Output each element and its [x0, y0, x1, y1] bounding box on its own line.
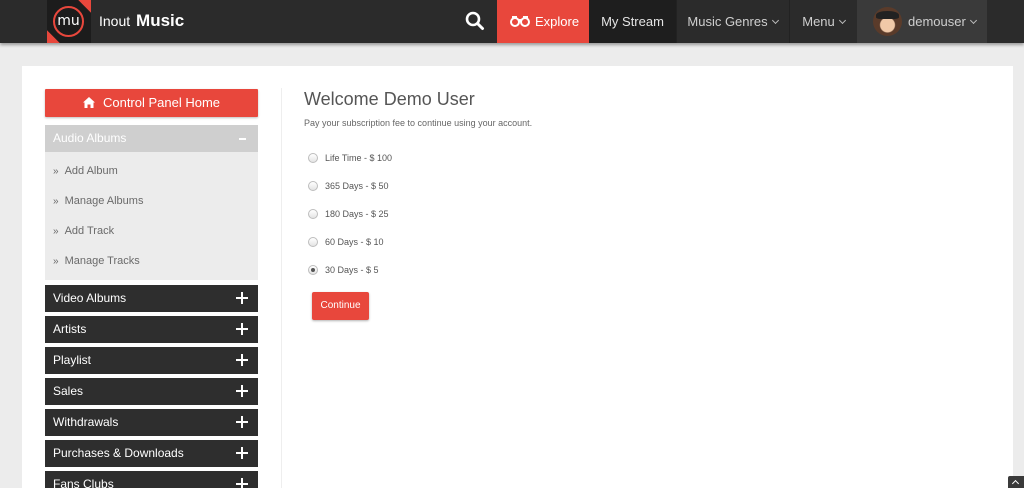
sidebar-section-label: Withdrawals [53, 415, 119, 429]
submenu-manage-albums[interactable]: » Manage Albums [53, 195, 143, 207]
control-panel-home-label: Control Panel Home [102, 95, 221, 110]
logo-mark: mu [53, 6, 84, 37]
content-divider [281, 88, 282, 488]
plan-radio-selected[interactable] [308, 265, 318, 275]
sidebar-section-label: Video Albums [53, 291, 127, 305]
sidebar-section-sales[interactable]: Sales [45, 378, 258, 405]
submenu-add-track[interactable]: » Add Track [53, 225, 114, 237]
brand-name-light: Inout [99, 13, 131, 29]
user-name: demouser [908, 14, 966, 29]
submenu-manage-tracks[interactable]: » Manage Tracks [53, 255, 140, 267]
submenu-add-album[interactable]: » Add Album [53, 165, 118, 177]
brand-name-bold: Music [136, 11, 185, 30]
chevron-down-icon [771, 16, 779, 25]
nav-my-stream[interactable]: My Stream [589, 0, 676, 43]
sidebar-section-fans-clubs[interactable]: Fans Clubs [45, 471, 258, 488]
sidebar-section-label: Playlist [53, 353, 92, 367]
sidebar-section-label: Purchases & Downloads [53, 446, 184, 460]
plan-label: Life Time - $ 100 [325, 153, 393, 163]
page-subtitle: Pay your subscription fee to continue us… [304, 118, 533, 128]
continue-button[interactable]: Continue [312, 292, 369, 320]
avatar-hat [876, 11, 899, 19]
user-name-label: demouser [908, 0, 977, 43]
minus-icon [239, 138, 246, 140]
nav-user-menu[interactable]: demouser [857, 0, 987, 43]
submenu-label: Manage Albums [64, 195, 144, 207]
plan-label: 180 Days - $ 25 [325, 209, 389, 219]
double-chevron-right-icon: » [53, 196, 59, 207]
plus-icon [236, 354, 248, 366]
plus-icon [236, 416, 248, 428]
search-button[interactable] [462, 8, 488, 34]
binoculars-icon [510, 16, 530, 27]
plan-radio[interactable] [308, 237, 318, 247]
search-icon [465, 11, 484, 30]
sidebar-section-video-albums[interactable]: Video Albums [45, 285, 258, 312]
nav-my-stream-label: My Stream [601, 14, 664, 29]
chevron-down-icon [969, 16, 977, 25]
double-chevron-right-icon: » [53, 226, 59, 237]
home-icon [82, 97, 95, 108]
plan-radio[interactable] [308, 153, 318, 163]
sidebar-section-label: Audio Albums [53, 131, 127, 145]
sidebar-section-label: Artists [53, 322, 87, 336]
plus-icon [236, 292, 248, 304]
plus-icon [236, 323, 248, 335]
plan-label: 60 Days - $ 10 [325, 237, 384, 247]
nav-music-genres[interactable]: Music Genres [676, 0, 788, 43]
sidebar-section-label: Sales [53, 384, 84, 398]
nav-menu[interactable]: Menu [789, 0, 857, 43]
nav-explore-label: Explore [535, 14, 580, 29]
sidebar-section-artists[interactable]: Artists [45, 316, 258, 343]
plan-radio[interactable] [308, 181, 318, 191]
page-title: Welcome Demo User [304, 89, 475, 109]
sidebar-section-purchases-downloads[interactable]: Purchases & Downloads [45, 440, 258, 467]
submenu-label: Manage Tracks [64, 255, 140, 267]
chevron-down-icon [838, 16, 846, 25]
plan-label: 365 Days - $ 50 [325, 181, 389, 191]
top-navigation-bar: mu Inout Music Explore My Stream Music G… [0, 0, 1024, 43]
plan-radio[interactable] [308, 209, 318, 219]
nav-menu-label: Menu [802, 14, 835, 29]
scroll-to-top-button[interactable] [1008, 476, 1024, 488]
logo[interactable]: mu [47, 0, 91, 43]
double-chevron-right-icon: » [53, 166, 59, 177]
sidebar-section-label: Fans Clubs [53, 477, 114, 488]
avatar [873, 7, 902, 36]
plus-icon [236, 385, 248, 397]
sidebar-section-audio-albums[interactable]: Audio Albums [45, 125, 258, 152]
nav-explore[interactable]: Explore [497, 0, 589, 43]
audio-albums-submenu: » Add Album » Manage Albums » Add Track » Ma… [45, 152, 258, 280]
plus-icon [236, 447, 248, 459]
brand-name[interactable]: Inout Music [99, 11, 184, 31]
sidebar-section-playlist[interactable]: Playlist [45, 347, 258, 374]
sidebar-section-withdrawals[interactable]: Withdrawals [45, 409, 258, 436]
nav-music-genres-label: Music Genres [687, 14, 768, 29]
main-panel: Control Panel Home Audio Albums » Add Alb… [22, 66, 1013, 488]
plan-label: 30 Days - $ 5 [325, 265, 379, 275]
submenu-label: Add Album [64, 165, 118, 177]
submenu-label: Add Track [64, 225, 115, 237]
double-chevron-right-icon: » [53, 256, 59, 267]
control-panel-home-button[interactable]: Control Panel Home [45, 89, 258, 117]
plus-icon [236, 478, 248, 488]
